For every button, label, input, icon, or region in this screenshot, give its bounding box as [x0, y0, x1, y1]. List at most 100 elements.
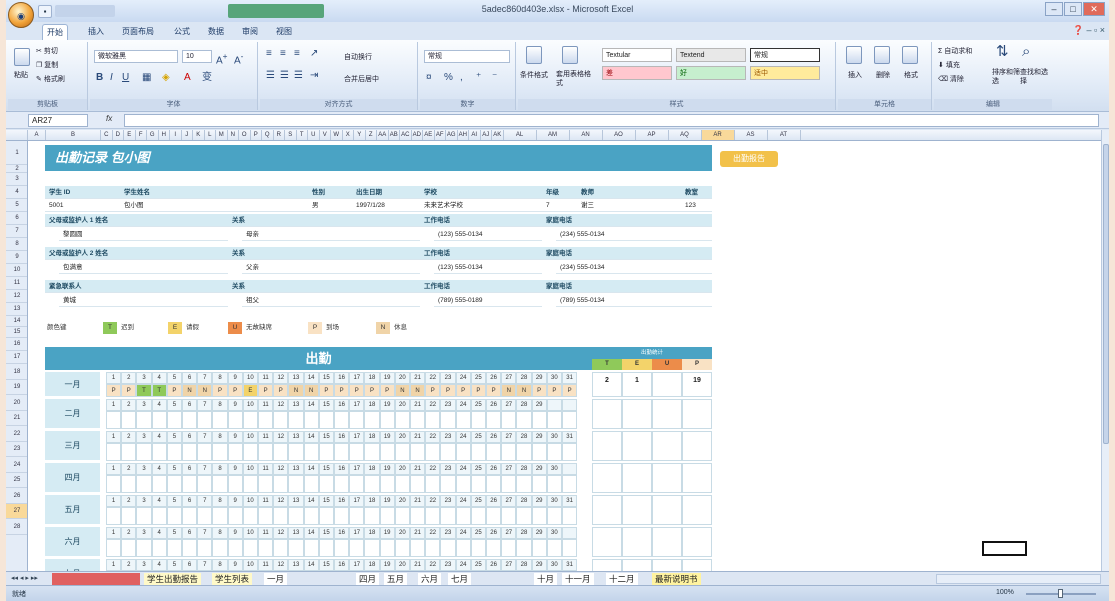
mark-1-24[interactable]	[455, 411, 471, 429]
bold-icon[interactable]: B	[96, 72, 103, 84]
column-header-H[interactable]: H	[159, 130, 170, 140]
grow-font-icon[interactable]: A+	[216, 50, 228, 67]
decimal-decrease-icon[interactable]: ⁻	[492, 72, 497, 84]
column-header-F[interactable]: F	[136, 130, 147, 140]
column-header-AK[interactable]: AK	[492, 130, 504, 140]
mark-4-25[interactable]	[470, 507, 486, 525]
select-all-corner[interactable]	[6, 130, 28, 140]
mark-3-6[interactable]	[182, 475, 198, 493]
column-header-P[interactable]: P	[251, 130, 262, 140]
name-box[interactable]: AR27	[28, 114, 88, 127]
column-header-AF[interactable]: AF	[435, 130, 446, 140]
mark-1-8[interactable]	[212, 411, 228, 429]
mark-4-24[interactable]	[455, 507, 471, 525]
mark-0-27[interactable]: N	[501, 384, 517, 397]
format-cells-icon[interactable]	[902, 46, 918, 64]
mark-2-16[interactable]	[334, 443, 350, 461]
mark-0-20[interactable]: N	[394, 384, 410, 397]
mark-3-9[interactable]	[227, 475, 243, 493]
mark-1-28[interactable]	[516, 411, 532, 429]
mark-0-30[interactable]: P	[546, 384, 562, 397]
mark-0-1[interactable]: P	[106, 384, 122, 397]
mark-1-27[interactable]	[501, 411, 517, 429]
mark-2-24[interactable]	[455, 443, 471, 461]
mark-1-30[interactable]	[546, 411, 562, 429]
mark-3-19[interactable]	[379, 475, 395, 493]
column-header-AQ[interactable]: AQ	[669, 130, 702, 140]
sheet-tab-5[interactable]: 六月	[418, 573, 442, 585]
mark-3-4[interactable]	[151, 475, 167, 493]
mark-1-22[interactable]	[425, 411, 441, 429]
column-header-Z[interactable]: Z	[366, 130, 377, 140]
fill-color-icon[interactable]: ◈	[162, 72, 170, 84]
row-header-11[interactable]: 11	[6, 277, 27, 290]
mark-2-27[interactable]	[501, 443, 517, 461]
indent-icon[interactable]: ⇥	[310, 70, 318, 82]
delete-cells-button[interactable]: 删除	[876, 70, 890, 80]
mark-5-18[interactable]	[364, 539, 380, 557]
mark-2-25[interactable]	[470, 443, 486, 461]
column-header-AE[interactable]: AE	[423, 130, 435, 140]
mark-1-4[interactable]	[151, 411, 167, 429]
column-header-A[interactable]: A	[28, 130, 46, 140]
column-header-B[interactable]: B	[46, 130, 101, 140]
mark-1-17[interactable]	[349, 411, 365, 429]
mark-5-3[interactable]	[136, 539, 152, 557]
mark-4-12[interactable]	[273, 507, 289, 525]
mark-4-20[interactable]	[394, 507, 410, 525]
mark-4-19[interactable]	[379, 507, 395, 525]
column-header-E[interactable]: E	[124, 130, 136, 140]
column-header-S[interactable]: S	[285, 130, 297, 140]
mark-3-5[interactable]	[166, 475, 182, 493]
align-top-icon[interactable]: ≡	[266, 48, 272, 60]
align-middle-icon[interactable]: ≡	[280, 48, 286, 60]
mark-4-28[interactable]	[516, 507, 532, 525]
table-format-icon[interactable]	[562, 46, 578, 64]
vertical-scrollbar[interactable]	[1101, 130, 1109, 571]
mark-3-29[interactable]	[531, 475, 547, 493]
mark-3-11[interactable]	[258, 475, 274, 493]
mark-3-22[interactable]	[425, 475, 441, 493]
tab-insert[interactable]: 插入	[84, 24, 108, 40]
align-bottom-icon[interactable]: ≡	[294, 48, 300, 60]
row-header-5[interactable]: 5	[6, 199, 27, 212]
mark-2-29[interactable]	[531, 443, 547, 461]
cut-button[interactable]: ✂ 剪切	[36, 46, 58, 56]
mark-0-24[interactable]: P	[455, 384, 471, 397]
mark-0-26[interactable]: P	[486, 384, 502, 397]
column-header-G[interactable]: G	[147, 130, 159, 140]
mark-2-7[interactable]	[197, 443, 213, 461]
formula-input[interactable]	[124, 114, 1099, 127]
column-header-AN[interactable]: AN	[570, 130, 603, 140]
mark-5-30[interactable]	[546, 539, 562, 557]
minimize-button[interactable]: –	[1045, 2, 1063, 16]
mark-5-26[interactable]	[486, 539, 502, 557]
column-header-AJ[interactable]: AJ	[481, 130, 492, 140]
cell-style-bad[interactable]: 差	[602, 66, 672, 80]
zoom-slider-thumb[interactable]	[1058, 589, 1063, 598]
mark-5-24[interactable]	[455, 539, 471, 557]
conditional-format-button[interactable]: 条件格式	[520, 70, 548, 80]
column-header-W[interactable]: W	[331, 130, 343, 140]
mark-0-17[interactable]: P	[349, 384, 365, 397]
row-header-4[interactable]: 4	[6, 186, 27, 199]
mark-2-18[interactable]	[364, 443, 380, 461]
mark-2-2[interactable]	[121, 443, 137, 461]
mark-2-19[interactable]	[379, 443, 395, 461]
mark-0-5[interactable]: P	[166, 384, 182, 397]
orientation-icon[interactable]: ↗	[310, 48, 318, 60]
mark-1-19[interactable]	[379, 411, 395, 429]
column-header-AG[interactable]: AG	[446, 130, 458, 140]
selected-cell[interactable]	[982, 541, 1027, 556]
mark-1-10[interactable]	[242, 411, 258, 429]
find-icon[interactable]: ⌕	[1022, 44, 1030, 59]
mark-3-31[interactable]	[562, 475, 578, 493]
tab-formulas[interactable]: 公式	[170, 24, 194, 40]
column-header-AO[interactable]: AO	[603, 130, 636, 140]
cell-style-normal[interactable]: 常规	[750, 48, 820, 62]
mark-0-21[interactable]: N	[410, 384, 426, 397]
mark-4-29[interactable]	[531, 507, 547, 525]
row-header-20[interactable]: 20	[6, 395, 27, 411]
mark-1-15[interactable]	[318, 411, 334, 429]
mark-5-9[interactable]	[227, 539, 243, 557]
